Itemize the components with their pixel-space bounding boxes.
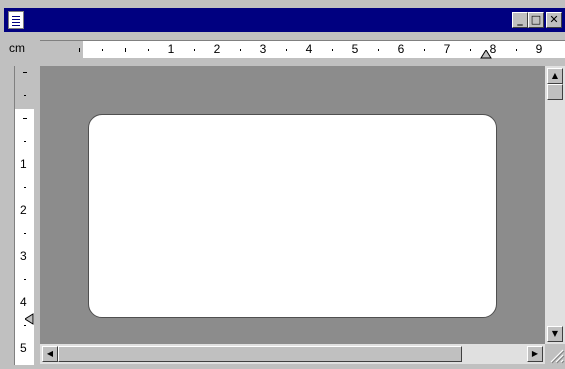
ruler-tick: [378, 49, 379, 51]
ruler-label: 4: [305, 42, 313, 56]
ruler-tick: [79, 48, 80, 52]
ruler-tick: [516, 49, 517, 51]
scroll-right-button[interactable]: ▶: [527, 346, 543, 362]
ruler-left-margin: [40, 41, 83, 58]
ruler-label: 8: [489, 42, 497, 56]
ruler-label: 2: [213, 42, 221, 56]
vertical-ruler-area: 1 2 3 4 5: [4, 62, 40, 365]
ruler-tick: [24, 279, 26, 280]
ruler-label: 9: [535, 42, 543, 56]
close-button[interactable]: ✕: [546, 12, 562, 28]
ruler-tick: [102, 49, 103, 51]
ruler-tick: [148, 49, 149, 51]
application-window: _ □ ✕ cm 12345678910 12345 ▲ ▼ ◀ ▶: [4, 8, 565, 365]
ruler-label: 7: [443, 42, 451, 56]
horizontal-scrollbar[interactable]: ◀ ▶: [40, 344, 545, 364]
vertical-scroll-thumb[interactable]: [547, 84, 563, 100]
ruler-label: 1: [20, 157, 27, 171]
page-canvas[interactable]: [88, 114, 497, 318]
ruler-tick: [332, 49, 333, 51]
horizontal-scroll-thumb[interactable]: [58, 346, 462, 362]
minimize-button[interactable]: _: [512, 12, 528, 28]
ruler-tick: [240, 49, 241, 51]
ruler-label: 3: [259, 42, 267, 56]
ruler-units: cm: [9, 41, 25, 55]
scroll-up-button[interactable]: ▲: [547, 68, 563, 84]
title-bar[interactable]: _ □ ✕: [4, 8, 565, 32]
ruler-tick: [286, 49, 287, 51]
ruler-tick: [23, 72, 27, 73]
resize-grip-icon: [550, 349, 565, 364]
ruler-label: 2: [20, 203, 27, 217]
ruler-label: 1: [167, 42, 175, 56]
ruler-tick: [24, 187, 26, 188]
vertical-ruler[interactable]: 1 2 3 4 5: [14, 66, 34, 365]
ruler-tick: [23, 118, 27, 119]
ruler-tick: [24, 141, 26, 142]
ruler-tick: [24, 233, 26, 234]
document-workspace[interactable]: [40, 66, 545, 344]
ruler-tick: [24, 325, 26, 326]
maximize-button[interactable]: □: [528, 12, 544, 28]
horizontal-ruler[interactable]: 12345678910: [40, 40, 565, 59]
ruler-tick: [470, 49, 471, 51]
ruler-label: 5: [20, 341, 27, 355]
ruler-label: 3: [20, 249, 27, 263]
bottom-margin-marker-icon[interactable]: [25, 313, 34, 325]
document-icon[interactable]: [8, 11, 24, 29]
horizontal-ruler-row: cm 12345678910: [4, 36, 565, 62]
ruler-tick: [24, 95, 26, 96]
resize-grip[interactable]: [545, 344, 565, 364]
scroll-left-button[interactable]: ◀: [42, 346, 58, 362]
ruler-tick: [125, 48, 126, 52]
ruler-tick: [194, 49, 195, 51]
ruler-label: 5: [351, 42, 359, 56]
scroll-down-button[interactable]: ▼: [547, 326, 563, 342]
ruler-tick: [424, 49, 425, 51]
ruler-label: 4: [20, 295, 27, 309]
vertical-scrollbar[interactable]: ▲ ▼: [545, 66, 565, 344]
ruler-label: 6: [397, 42, 405, 56]
